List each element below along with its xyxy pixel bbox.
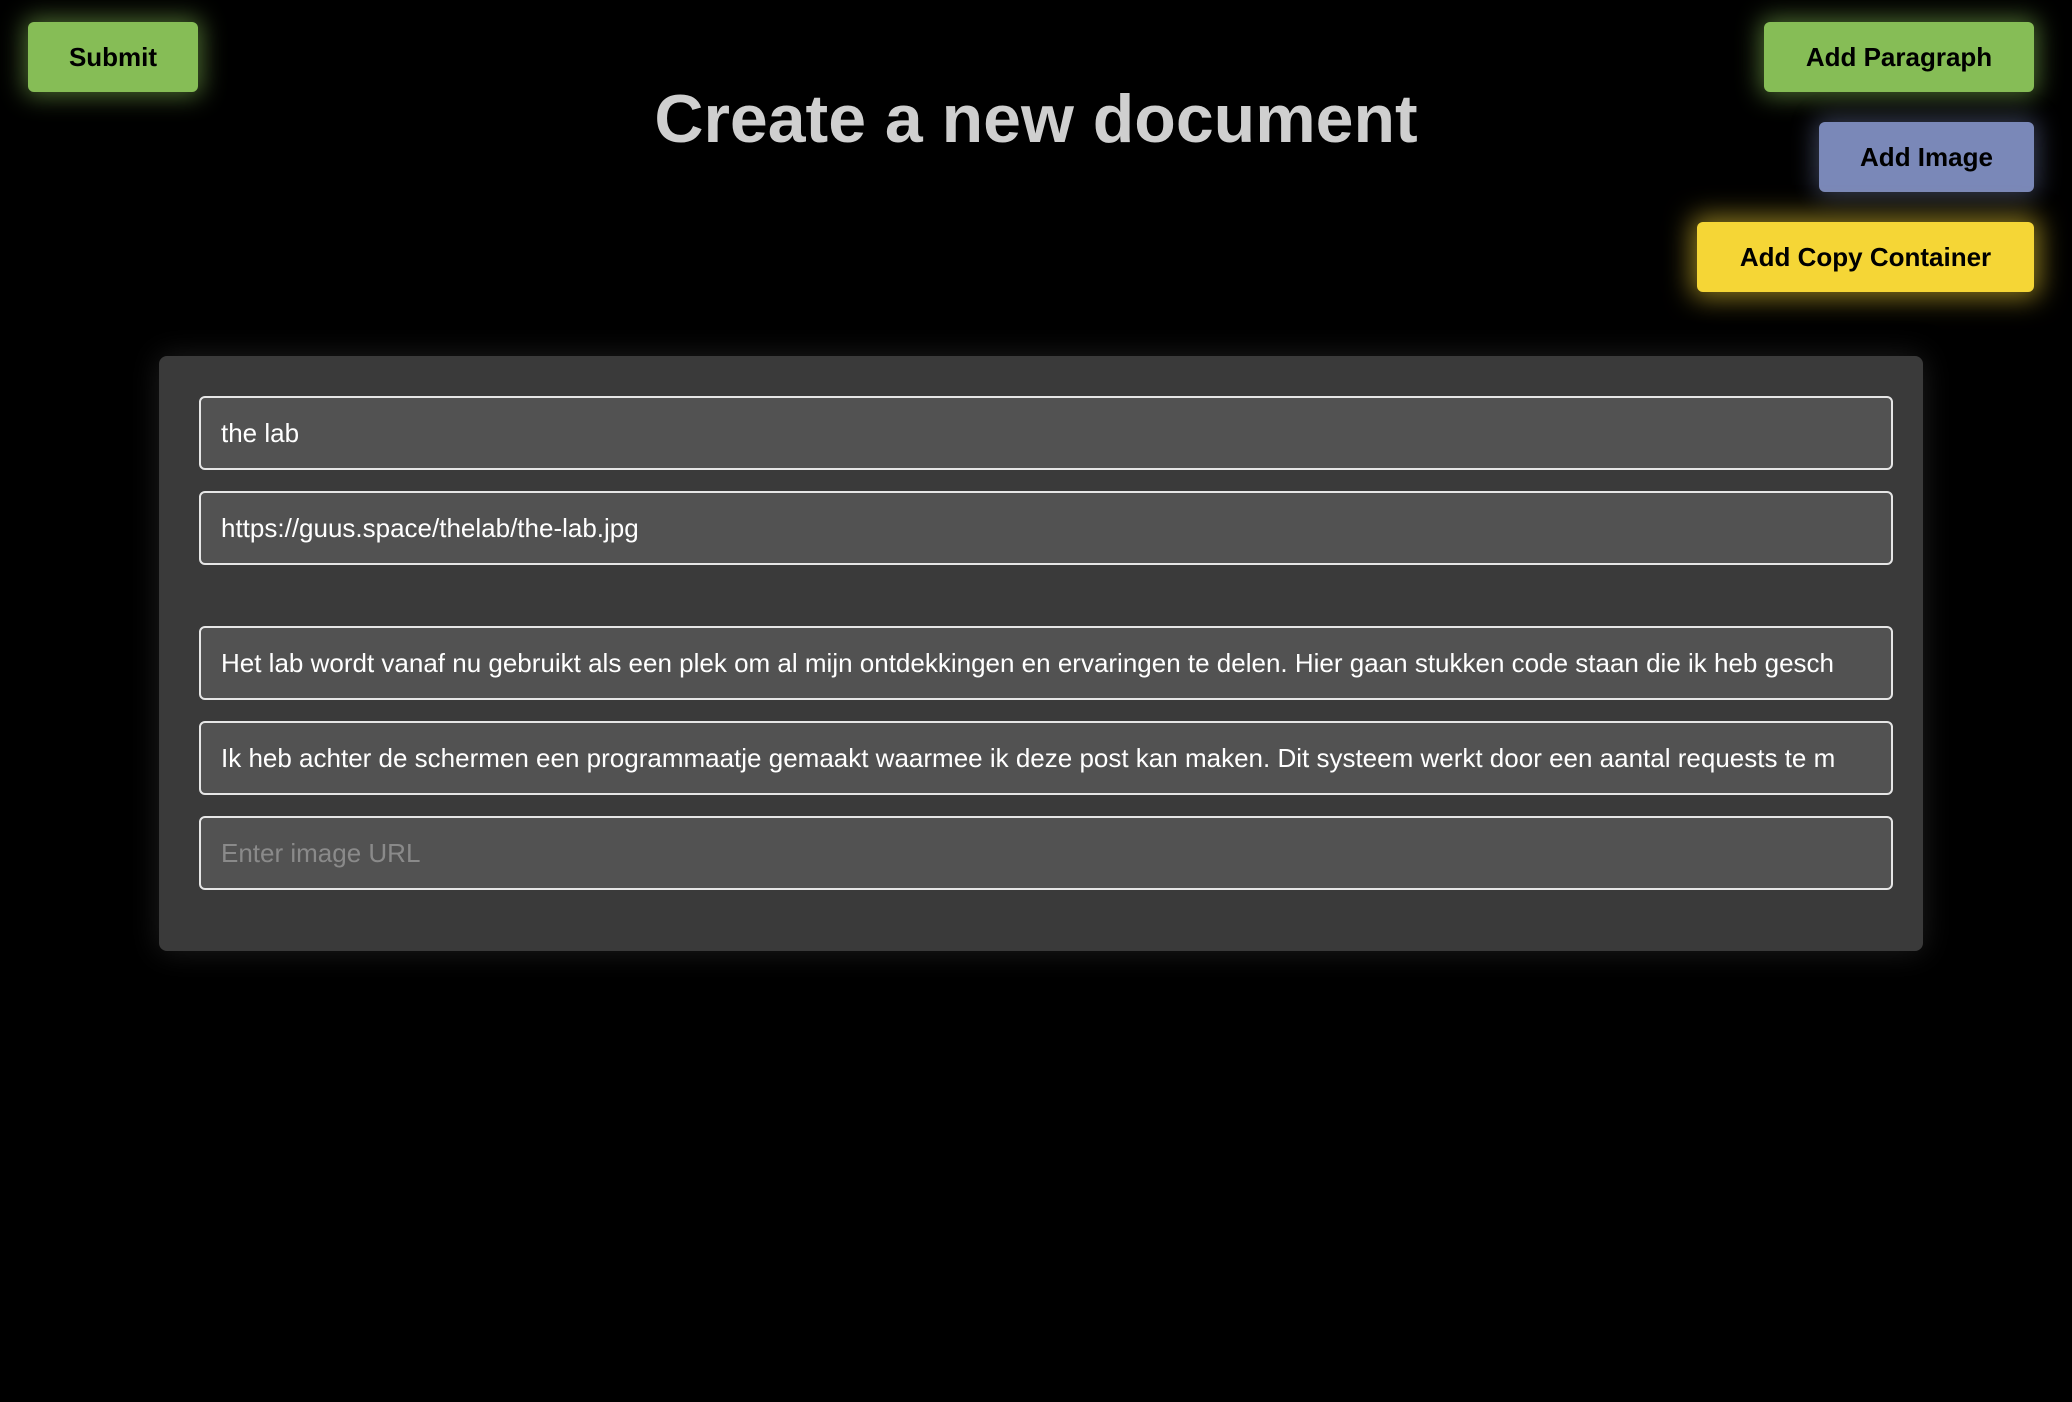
add-image-button[interactable]: Add Image — [1819, 122, 2034, 192]
title-input[interactable] — [199, 396, 1893, 470]
document-form-panel — [159, 356, 1923, 951]
editor-page: Submit Create a new document Add Paragra… — [0, 0, 2072, 1402]
paragraph-input[interactable] — [199, 721, 1893, 795]
cover-image-url-input[interactable] — [199, 491, 1893, 565]
page-title: Create a new document — [654, 81, 1418, 157]
add-copy-container-button[interactable]: Add Copy Container — [1697, 222, 2034, 292]
add-paragraph-button[interactable]: Add Paragraph — [1764, 22, 2034, 92]
paragraph-input[interactable] — [199, 626, 1893, 700]
image-url-input[interactable] — [199, 816, 1893, 890]
